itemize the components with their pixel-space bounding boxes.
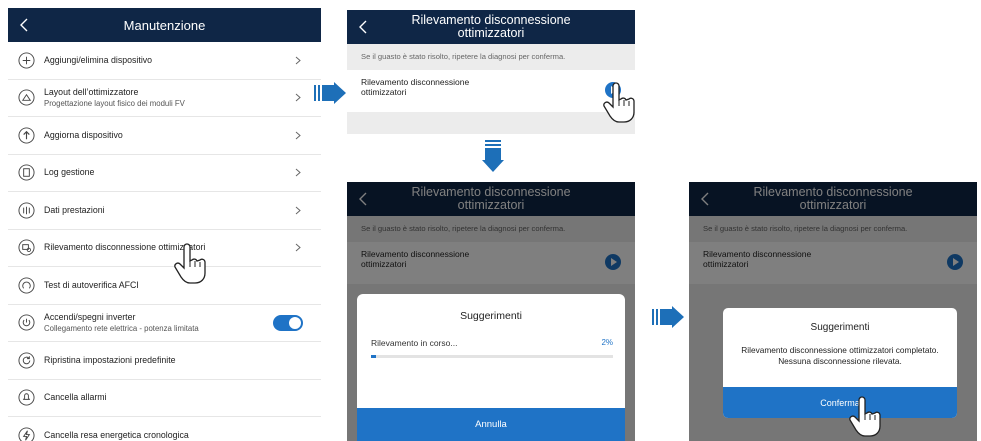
cancel-button[interactable]: Annulla [357, 408, 625, 441]
log-icon [18, 164, 35, 181]
detection-item-label: Rilevamento disconnessione ottimizzatori [361, 77, 470, 97]
dialog-message: Rilevamento disconnessione ottimizzatori… [741, 345, 939, 366]
list-item-label: Log gestione [44, 167, 95, 178]
confirm-button[interactable]: Conferma [723, 387, 957, 418]
inverter-power-toggle[interactable] [273, 314, 303, 331]
list-item-label: Dati prestazioni [44, 204, 105, 215]
upgrade-icon [18, 127, 35, 144]
energy-icon [18, 427, 35, 441]
progress-dialog: Suggerimenti Rilevamento in corso... 2% … [357, 294, 625, 441]
list-item-inverter-power: Accendi/spegni inverter Collegamento rete… [8, 305, 321, 342]
progress-bar [371, 355, 613, 358]
progress-percent: 2% [601, 338, 613, 347]
list-item-management-log[interactable]: Log gestione [8, 155, 321, 192]
chevron-right-icon [295, 243, 301, 252]
tap-hand-icon [849, 396, 881, 437]
list-item-label: Layout dell’ottimizzatore [44, 86, 139, 97]
chevron-right-icon [295, 93, 301, 102]
arrow-right-icon [314, 82, 346, 104]
page-title: Manutenzione [123, 17, 206, 33]
list-item-clear-alarms[interactable]: Cancella allarmi [8, 380, 321, 417]
maintenance-screen: Manutenzione Aggiungi/elimina dispositiv… [8, 8, 321, 441]
navbar: Rilevamento disconnessione ottimizzatori [347, 10, 635, 44]
detection-screen-progress: Rilevamento disconnessione ottimizzatori… [347, 182, 635, 441]
tap-hand-icon [603, 82, 635, 123]
list-item-label: Cancella allarmi [44, 392, 107, 403]
toggle-knob [289, 316, 301, 329]
plus-circle-icon [18, 52, 35, 69]
afci-icon [18, 277, 35, 294]
list-item-afci-self-test[interactable]: Test di autoverifica AFCI [8, 267, 321, 305]
progress-text: Rilevamento in corso... [371, 338, 458, 348]
list-item-label: Accendi/spegni inverter [44, 311, 136, 322]
list-item-label: Aggiorna dispositivo [44, 129, 123, 140]
list-item-label: Ripristina impostazioni predefinite [44, 354, 176, 365]
result-dialog: Suggerimenti Rilevamento disconnessione … [723, 308, 957, 418]
list-item-label: Test di autoverifica AFCI [44, 279, 139, 290]
progress-bar-fill [371, 355, 376, 358]
list-item-sublabel: Collegamento rete elettrica - potenza li… [44, 323, 199, 333]
chevron-right-icon [295, 56, 301, 65]
list-item-label: Aggiungi/elimina dispositivo [44, 54, 153, 65]
tap-hand-icon [174, 243, 206, 284]
detection-item: Rilevamento disconnessione ottimizzatori [347, 70, 635, 112]
dialog-title: Suggerimenti [460, 310, 522, 322]
power-icon [18, 314, 35, 331]
navbar: Manutenzione [8, 8, 321, 42]
arrow-down-icon [482, 140, 504, 172]
maintenance-list: Aggiungi/elimina dispositivo Layout dell… [8, 42, 321, 441]
list-item-label: Cancella resa energetica cronologica [44, 429, 189, 440]
chevron-right-icon [295, 131, 301, 140]
reset-icon [18, 352, 35, 369]
list-item-add-remove-device[interactable]: Aggiungi/elimina dispositivo [8, 42, 321, 80]
dialog-title: Suggerimenti [810, 322, 870, 333]
chevron-right-icon [295, 168, 301, 177]
alarm-icon [18, 389, 35, 406]
list-item-sublabel: Progettazione layout fisico dei moduli F… [44, 98, 185, 108]
layout-icon [18, 89, 35, 106]
list-item-clear-energy-history[interactable]: Cancella resa energetica cronologica [8, 417, 321, 441]
detection-screen-result: Rilevamento disconnessione ottimizzatori… [689, 182, 977, 441]
performance-icon [18, 202, 35, 219]
list-item-optimizer-disconnection-detection[interactable]: Rilevamento disconnessione ottimizzatori [8, 230, 321, 267]
list-item-performance-data[interactable]: Dati prestazioni [8, 192, 321, 230]
chevron-right-icon [295, 206, 301, 215]
optimizer-detect-icon [18, 239, 35, 256]
back-arrow-icon[interactable] [18, 18, 32, 32]
arrow-right-icon [652, 306, 684, 328]
list-item-upgrade-device[interactable]: Aggiorna dispositivo [8, 117, 321, 155]
back-arrow-icon[interactable] [357, 20, 371, 34]
detection-screen-start: Rilevamento disconnessione ottimizzatori… [347, 10, 635, 134]
list-item-optimizer-layout[interactable]: Layout dell’ottimizzatore Progettazione l… [8, 80, 321, 117]
list-item-restore-defaults[interactable]: Ripristina impostazioni predefinite [8, 342, 321, 380]
page-title: Rilevamento disconnessione ottimizzatori [411, 13, 571, 40]
hint-text: Se il guasto è stato risolto, ripetere l… [347, 44, 635, 68]
